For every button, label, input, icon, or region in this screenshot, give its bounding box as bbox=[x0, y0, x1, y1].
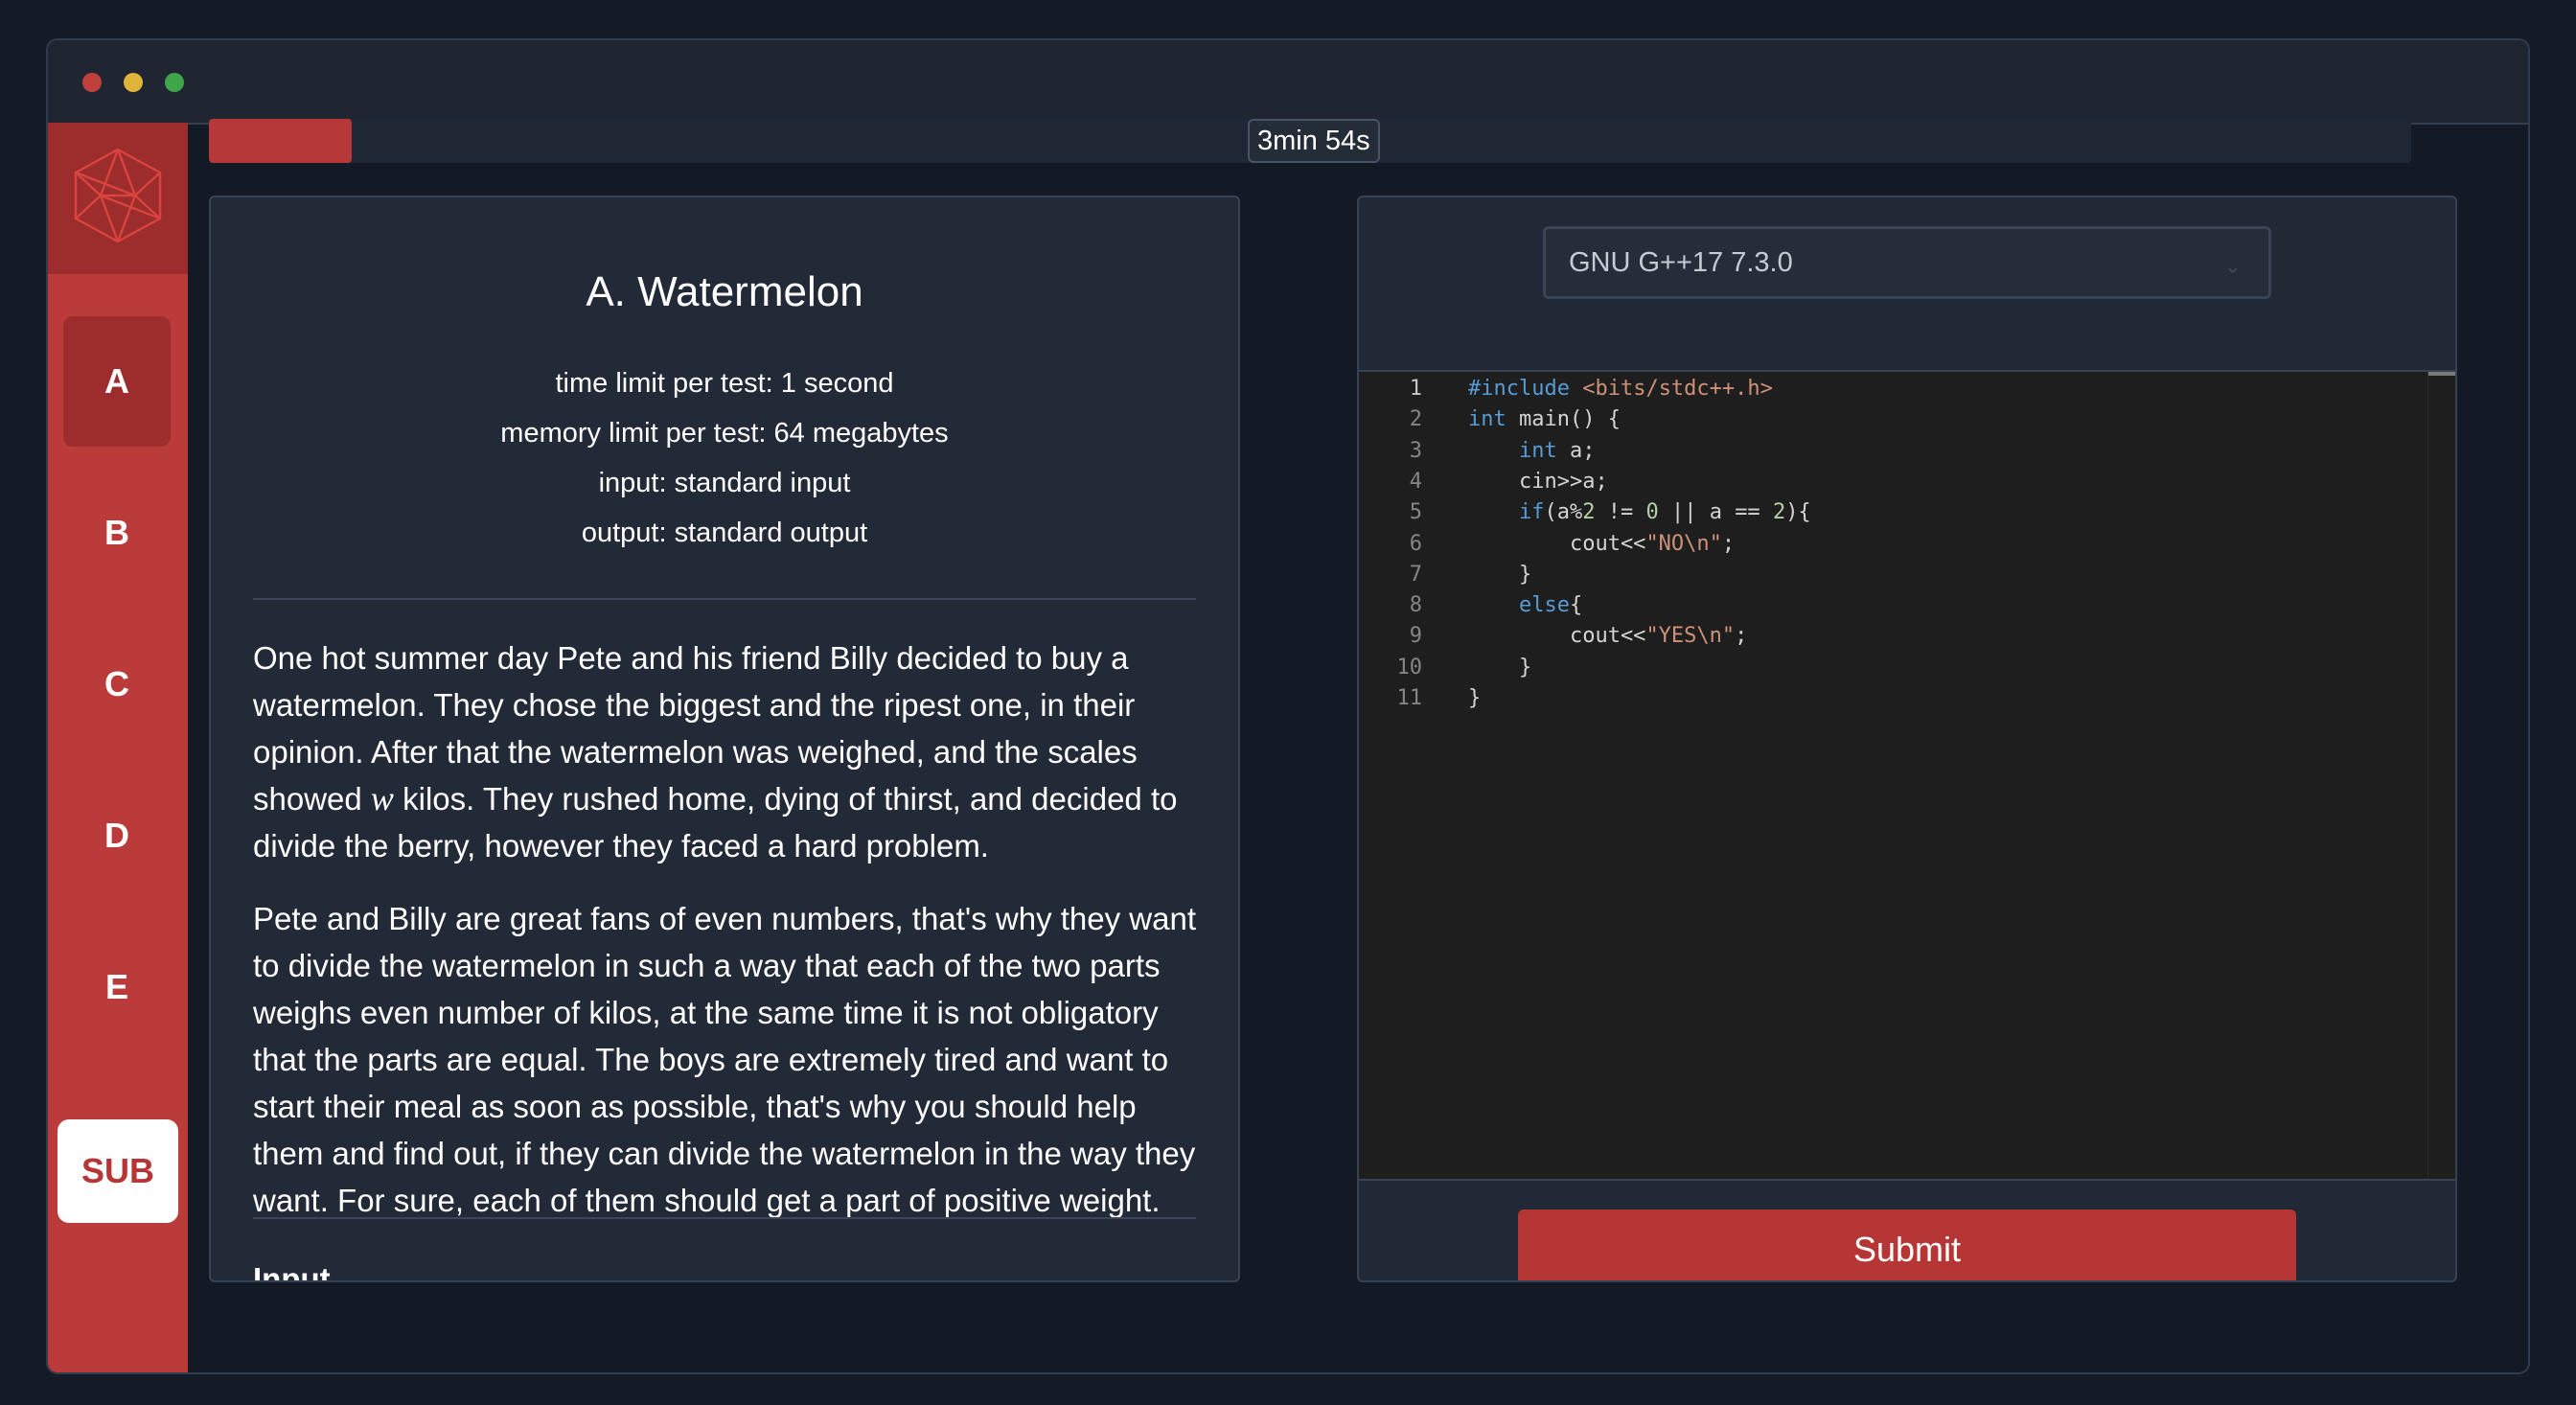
line-number: 1 bbox=[1409, 377, 1422, 401]
language-select-value: GNU G++17 7.3.0 bbox=[1569, 246, 1793, 278]
sidebar-item-b[interactable]: B bbox=[63, 468, 171, 598]
code-text: cout<<"YES\n"; bbox=[1468, 624, 1748, 649]
line-number: 8 bbox=[1409, 593, 1422, 618]
input-spec: input: standard input bbox=[598, 468, 851, 498]
code-text: } bbox=[1468, 562, 1532, 587]
statement-paragraph-1: One hot summer day Pete and his friend B… bbox=[253, 634, 1202, 869]
minimize-window-button[interactable] bbox=[124, 73, 143, 92]
timer-progress-fill bbox=[209, 119, 353, 163]
sidebar-item-e[interactable]: E bbox=[63, 922, 171, 1052]
problem-statement-panel: A. Watermelon time limit per test: 1 sec… bbox=[209, 196, 1240, 1282]
divider bbox=[253, 1217, 1196, 1219]
code-line[interactable]: 4 cin>>a; bbox=[1359, 467, 2413, 497]
polyhedron-icon bbox=[74, 148, 162, 243]
line-number: 10 bbox=[1396, 655, 1423, 679]
code-line[interactable]: 1 #include <bits/stdc++.h> bbox=[1359, 374, 2413, 404]
code-line[interactable]: 11} bbox=[1359, 683, 2413, 714]
code-text: int main() { bbox=[1468, 407, 1621, 432]
submit-button[interactable]: Submit bbox=[1518, 1209, 2296, 1280]
input-heading: Input bbox=[253, 1261, 331, 1282]
output-spec: output: standard output bbox=[581, 518, 868, 548]
code-text: } bbox=[1468, 655, 1532, 679]
code-line[interactable]: 3 int a; bbox=[1359, 436, 2413, 467]
code-editor[interactable]: 1 #include <bits/stdc++.h> 2 int main() { 3 … bbox=[1359, 370, 2455, 1181]
logo bbox=[48, 123, 188, 274]
variable-w: w bbox=[370, 779, 394, 818]
editor-scrollbar-thumb[interactable] bbox=[2428, 372, 2455, 376]
code-line[interactable]: 2 int main() { bbox=[1359, 404, 2413, 435]
language-select[interactable]: GNU G++17 7.3.0 ⌄ bbox=[1543, 226, 2271, 299]
divider bbox=[253, 598, 1196, 600]
time-limit: time limit per test: 1 second bbox=[555, 368, 894, 399]
sidebar-item-d[interactable]: D bbox=[63, 771, 171, 901]
line-number: 3 bbox=[1409, 438, 1422, 463]
code-text: } bbox=[1468, 686, 1482, 710]
code-line[interactable]: 8 else{ bbox=[1359, 590, 2413, 621]
code-line[interactable]: 10 } bbox=[1359, 653, 2413, 683]
maximize-window-button[interactable] bbox=[165, 73, 184, 92]
code-line[interactable]: 6 cout<<"NO\n"; bbox=[1359, 529, 2413, 560]
sidebar-item-submissions[interactable]: SUB bbox=[58, 1119, 178, 1223]
title-bar bbox=[48, 40, 2528, 125]
statement-paragraph-2: Pete and Billy are great fans of even nu… bbox=[253, 901, 1197, 1218]
editor-scrollbar[interactable] bbox=[2427, 372, 2455, 1179]
line-number: 6 bbox=[1409, 531, 1422, 556]
line-number: 7 bbox=[1409, 562, 1422, 587]
code-text: cin>>a; bbox=[1468, 469, 1608, 494]
line-number: 11 bbox=[1396, 686, 1423, 710]
sidebar-item-a[interactable]: A bbox=[63, 316, 171, 447]
line-number: 2 bbox=[1409, 407, 1422, 432]
sidebar-item-c[interactable]: C bbox=[63, 619, 171, 749]
code-text: int a; bbox=[1518, 438, 1596, 463]
close-window-button[interactable] bbox=[82, 73, 102, 92]
memory-limit: memory limit per test: 64 megabytes bbox=[500, 418, 949, 449]
chevron-down-icon: ⌄ bbox=[2223, 254, 2242, 278]
line-number: 5 bbox=[1409, 500, 1422, 525]
code-line[interactable]: 5 if(a%2 != 0 || a == 2){ bbox=[1359, 497, 2413, 528]
code-text: cout<<"NO\n"; bbox=[1468, 531, 1736, 556]
timer-label: 3min 54s bbox=[1248, 119, 1380, 163]
problem-title: A. Watermelon bbox=[586, 268, 863, 315]
code-text: else{ bbox=[1518, 593, 1583, 618]
code-text: if(a%2 != 0 || a == 2){ bbox=[1518, 500, 1811, 525]
problem-sidebar: A B C D E SUB bbox=[48, 123, 188, 1372]
line-number: 9 bbox=[1409, 624, 1422, 649]
code-text: #include <bits/stdc++.h> bbox=[1468, 377, 1773, 401]
code-line[interactable]: 9 cout<<"YES\n"; bbox=[1359, 621, 2413, 652]
line-number: 4 bbox=[1409, 469, 1422, 494]
code-editor-panel: GNU G++17 7.3.0 ⌄ 1 #include <bits/stdc++… bbox=[1357, 196, 2457, 1282]
code-line[interactable]: 7 } bbox=[1359, 560, 2413, 590]
